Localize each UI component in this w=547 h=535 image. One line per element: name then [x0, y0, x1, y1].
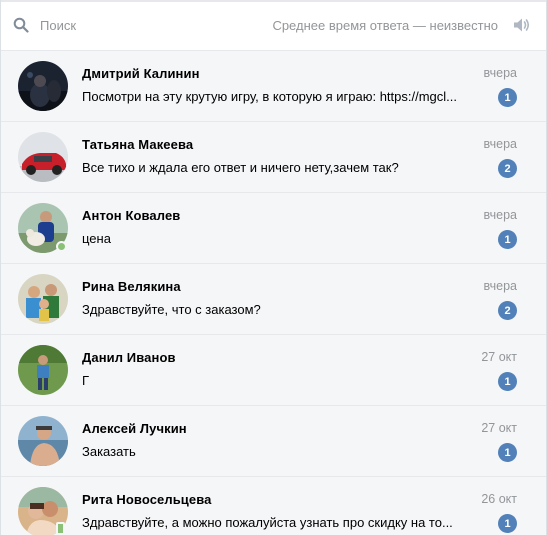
response-time-status: Среднее время ответа — неизвестно	[272, 17, 498, 33]
conversation-row[interactable]: Дмитрий Калинин вчера Посмотри на эту кр…	[1, 51, 546, 122]
message-date: вчера	[483, 137, 517, 151]
search-bar: Среднее время ответа — неизвестно	[1, 0, 546, 51]
message-preview: цена	[82, 231, 111, 246]
online-status-indicator	[56, 241, 67, 252]
speaker-icon[interactable]	[513, 17, 531, 33]
unread-badge: 1	[498, 230, 517, 249]
conversation-row[interactable]: Рина Велякина вчера Здравствуйте, что с …	[1, 264, 546, 335]
contact-name: Антон Ковалев	[82, 208, 181, 223]
unread-badge: 1	[498, 88, 517, 107]
conversation-list: Дмитрий Калинин вчера Посмотри на эту кр…	[1, 51, 546, 535]
contact-name: Рита Новосельцева	[82, 492, 212, 507]
message-preview: Здравствуйте, что с заказом?	[82, 302, 261, 317]
search-input[interactable]	[40, 17, 160, 33]
conversation-row[interactable]: Рита Новосельцева 26 окт Здравствуйте, а…	[1, 477, 546, 535]
avatar[interactable]	[18, 61, 68, 111]
message-preview: Все тихо и ждала его ответ и ничего нету…	[82, 160, 399, 175]
avatar[interactable]	[18, 132, 68, 182]
contact-name: Татьяна Макеева	[82, 137, 194, 152]
message-preview: Заказать	[82, 444, 136, 459]
conversation-row[interactable]: Алексей Лучкин 27 окт Заказать 1	[1, 406, 546, 477]
message-preview: Здравствуйте, а можно пожалуйста узнать …	[82, 515, 453, 530]
message-date: 27 окт	[481, 421, 517, 435]
conversation-row[interactable]: Антон Ковалев вчера цена 1	[1, 193, 546, 264]
mobile-online-icon	[56, 522, 65, 535]
contact-name: Алексей Лучкин	[82, 421, 187, 436]
message-preview: Посмотри на эту крутую игру, в которую я…	[82, 89, 458, 104]
avatar[interactable]	[18, 416, 68, 466]
message-date: 26 окт	[481, 492, 517, 506]
unread-badge: 1	[498, 372, 517, 391]
unread-badge: 1	[498, 443, 517, 462]
conversations-panel: Среднее время ответа — неизвестно	[0, 0, 547, 535]
avatar[interactable]	[18, 345, 68, 395]
unread-badge: 1	[498, 514, 517, 533]
search-icon[interactable]	[13, 17, 29, 33]
unread-badge: 2	[498, 159, 517, 178]
message-date: вчера	[483, 208, 517, 222]
unread-badge: 2	[498, 301, 517, 320]
conversation-row[interactable]: Данил Иванов 27 окт Г 1	[1, 335, 546, 406]
contact-name: Дмитрий Калинин	[82, 66, 200, 81]
message-date: вчера	[483, 66, 517, 80]
message-date: 27 окт	[481, 350, 517, 364]
contact-name: Рина Велякина	[82, 279, 181, 294]
contact-name: Данил Иванов	[82, 350, 176, 365]
message-preview: Г	[82, 373, 90, 388]
message-date: вчера	[483, 279, 517, 293]
avatar[interactable]	[18, 274, 68, 324]
conversation-row[interactable]: Татьяна Макеева вчера Все тихо и ждала е…	[1, 122, 546, 193]
